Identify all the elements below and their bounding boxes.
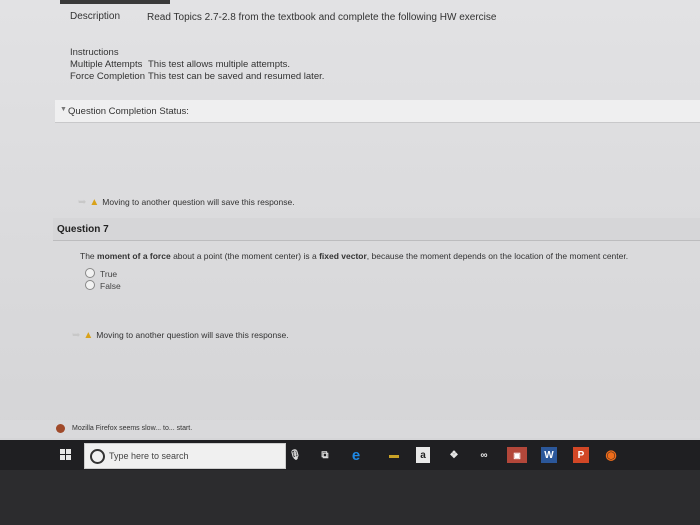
option-true[interactable]: True	[85, 268, 117, 279]
arrow-right-icon: ➥	[72, 330, 81, 341]
force-completion-text: This test can be saved and resumed later…	[148, 71, 325, 82]
question-completion-status-bar[interactable]: ▼ Question Completion Status:	[55, 100, 700, 123]
question-header: Question 7	[53, 218, 700, 241]
option-false-label: False	[100, 281, 121, 291]
multiple-attempts-text: This test allows multiple attempts.	[148, 59, 291, 70]
question-text: The moment of a force about a point (the…	[80, 251, 628, 261]
multiple-attempts-row: Multiple Attempts This test allows multip…	[70, 59, 324, 71]
browser-content: Description Read Topics 2.7-2.8 from the…	[0, 0, 700, 470]
radio-false[interactable]	[85, 280, 95, 290]
question-term-moment: moment of a force	[97, 251, 171, 261]
warning-icon: ▲	[89, 197, 100, 208]
amazon-icon[interactable]: a	[416, 447, 430, 463]
file-explorer-icon[interactable]: ▬	[386, 447, 402, 463]
instructions-block: Instructions Multiple Attempts This test …	[70, 47, 324, 83]
taskbar-search-box[interactable]: Type here to search	[84, 443, 286, 469]
save-warning-text: Moving to another question will save thi…	[102, 197, 295, 207]
question-title: Question 7	[57, 224, 109, 235]
infinity-app-icon[interactable]: ∞	[475, 447, 493, 463]
option-true-label: True	[100, 269, 118, 279]
radio-true[interactable]	[85, 268, 95, 278]
red-app-icon[interactable]: ▣	[507, 447, 527, 463]
arrow-right-icon: ➥	[78, 197, 87, 208]
warning-icon: ▲	[83, 330, 94, 341]
firefox-notification-bar: Mozilla Firefox seems slow... to... star…	[0, 420, 700, 438]
question-text-post: , because the moment depends on the loca…	[366, 251, 629, 261]
firefox-notification-text: Mozilla Firefox seems slow... to... star…	[72, 425, 193, 432]
save-warning-text-2: Moving to another question will save thi…	[96, 330, 289, 340]
firefox-taskbar-icon[interactable]: ◉	[603, 447, 619, 463]
save-warning-2: ➥ ▲ Moving to another question will save t…	[72, 330, 289, 341]
cortana-icon	[90, 449, 105, 464]
windows-start-icon[interactable]	[60, 449, 72, 461]
question-text-mid: about a point (the moment center) is a	[170, 251, 320, 261]
save-warning: ➥ ▲ Moving to another question will save t…	[78, 197, 295, 208]
microphone-icon[interactable]: 🎙	[289, 447, 302, 463]
laptop-bezel	[0, 470, 700, 525]
search-placeholder: Type here to search	[109, 451, 189, 461]
question-completion-status-label: Question Completion Status:	[68, 106, 189, 117]
windows-taskbar: Type here to search 🎙 ⧉ e ▬ a ❖ ∞ ▣ W P …	[0, 440, 700, 470]
description-text: Read Topics 2.7-2.8 from the textbook an…	[147, 12, 497, 23]
word-icon[interactable]: W	[541, 447, 557, 463]
edge-icon[interactable]: e	[348, 447, 364, 464]
header-strip	[60, 0, 170, 4]
instructions-label: Instructions	[70, 47, 119, 58]
description-label: Description	[70, 11, 121, 22]
expand-arrow-icon[interactable]: ▼	[60, 106, 67, 113]
multiple-attempts-label: Multiple Attempts	[70, 59, 143, 70]
force-completion-row: Force Completion This test can be saved a…	[70, 71, 324, 83]
option-false[interactable]: False	[85, 280, 121, 291]
question-term-fixed-vector: fixed vector	[319, 251, 367, 261]
firefox-icon	[56, 424, 65, 433]
task-view-icon[interactable]: ⧉	[318, 447, 332, 463]
powerpoint-icon[interactable]: P	[573, 447, 589, 463]
question-text-pre: The	[80, 251, 98, 261]
force-completion-label: Force Completion	[70, 71, 145, 82]
dropbox-icon[interactable]: ❖	[446, 447, 462, 463]
